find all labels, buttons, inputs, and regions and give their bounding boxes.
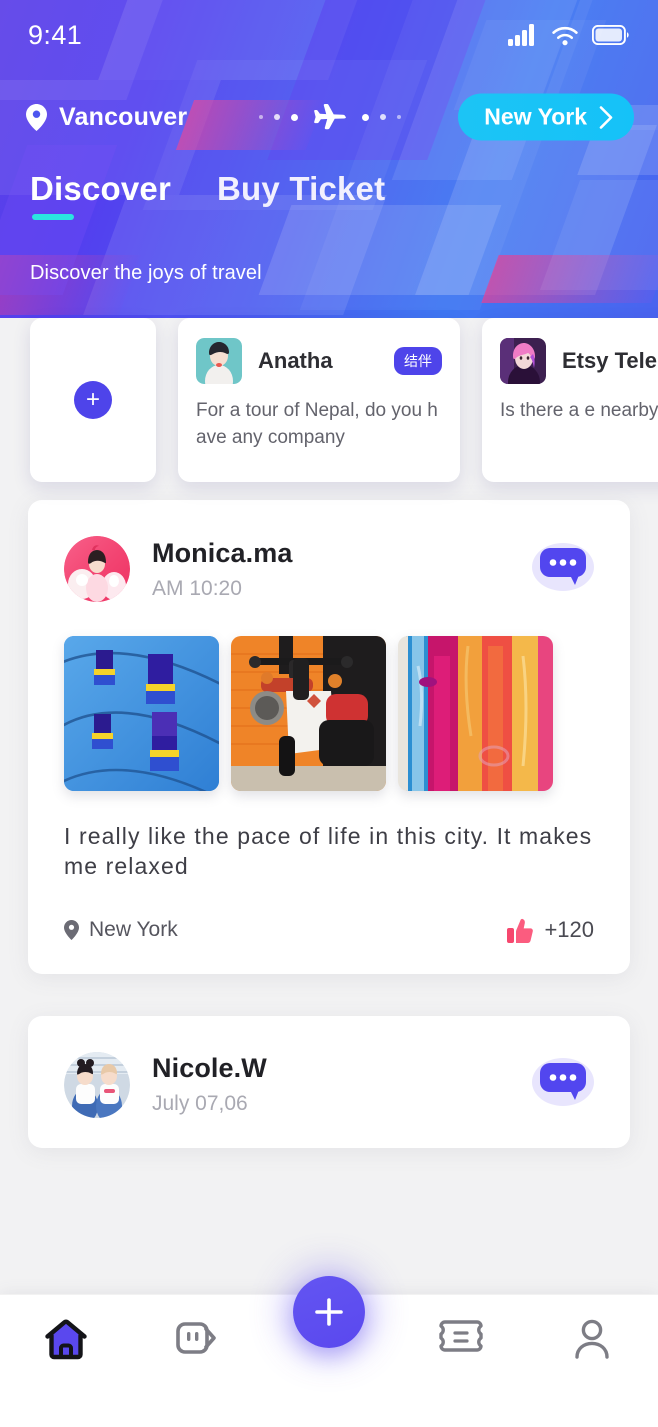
airplane-icon xyxy=(314,104,347,130)
anatha-avatar xyxy=(196,338,242,384)
plus-icon[interactable]: + xyxy=(74,381,112,419)
tab-buy-ticket-label: Buy Ticket xyxy=(217,170,386,207)
plus-icon xyxy=(315,1298,343,1326)
route-dots xyxy=(259,102,402,132)
nav-item-home[interactable] xyxy=(0,1294,132,1362)
location-pin-icon xyxy=(64,919,79,940)
tab-buy-ticket[interactable]: Buy Ticket xyxy=(217,170,385,222)
tab-discover-label: Discover xyxy=(30,170,172,207)
story-card-header: Etsy Tele xyxy=(500,338,658,384)
nav-item-messages[interactable] xyxy=(132,1294,264,1360)
story-card-header: Anatha 结伴 xyxy=(196,338,442,384)
ticket-icon xyxy=(438,1320,483,1352)
feed-post[interactable]: Nicole.W July 07,06 xyxy=(28,1015,630,1148)
abstract-paint-photo[interactable] xyxy=(398,636,553,791)
tab-discover[interactable]: Discover xyxy=(30,170,171,222)
feed-list: Monica.ma AM 10:20 I really like the pac… xyxy=(0,500,658,1190)
header-tabs: Discover Buy Ticket xyxy=(30,170,385,222)
story-card-name: Anatha xyxy=(258,348,333,373)
post-likes-count: +120 xyxy=(544,916,594,942)
wifi-icon xyxy=(552,26,578,45)
home-icon xyxy=(45,1319,87,1360)
post-header: Nicole.W July 07,06 xyxy=(64,1051,594,1118)
post-author: Monica.ma xyxy=(152,537,293,568)
post-likes[interactable]: +120 xyxy=(506,916,594,944)
post-location[interactable]: New York xyxy=(64,918,178,942)
origin-city[interactable]: Vancouver xyxy=(26,103,187,132)
status-time: 9:41 xyxy=(28,19,83,50)
location-pin-icon xyxy=(26,103,47,131)
story-cards-row[interactable]: + Anatha 结伴 For a tour of Nepal, do you … xyxy=(0,318,658,486)
destination-city-button[interactable]: New York xyxy=(458,93,634,141)
header-subtitle: Discover the joys of travel xyxy=(30,262,262,284)
comment-bubble-icon[interactable] xyxy=(532,542,594,597)
monica-avatar xyxy=(64,536,130,602)
post-meta: Monica.ma AM 10:20 xyxy=(152,538,532,601)
chevron-right-icon xyxy=(599,105,613,129)
status-bar: 9:41 xyxy=(0,0,658,70)
post-footer: New York +120 xyxy=(64,916,594,944)
add-fab-button[interactable] xyxy=(292,1276,365,1348)
cellular-signal-icon xyxy=(508,24,534,46)
post-timestamp: July 07,06 xyxy=(152,1092,248,1116)
comment-bubble-icon[interactable] xyxy=(532,1057,594,1112)
destination-city-label: New York xyxy=(484,103,587,130)
story-card-message: Is there a e nearby xyxy=(500,400,658,421)
status-icons xyxy=(508,24,630,46)
origin-city-label: Vancouver xyxy=(59,102,188,131)
tab-active-underline xyxy=(32,214,74,220)
blue-building-windows-photo[interactable] xyxy=(64,636,219,791)
add-story-card[interactable]: + xyxy=(30,318,156,482)
post-meta: Nicole.W July 07,06 xyxy=(152,1053,532,1116)
nav-item-profile[interactable] xyxy=(526,1294,658,1362)
story-card-anatha[interactable]: Anatha 结伴 For a tour of Nepal, do you ha… xyxy=(178,318,460,482)
person-icon xyxy=(575,1319,609,1359)
feed-post[interactable]: Monica.ma AM 10:20 I really like the pac… xyxy=(28,500,630,974)
header-banner: 9:41 Vancouver New York Discover Buy Tic… xyxy=(0,0,658,318)
bottom-navigation xyxy=(0,1276,658,1427)
battery-icon xyxy=(592,25,629,45)
orange-scooter-photo[interactable] xyxy=(231,636,386,791)
post-text: I really like the pace of life in this c… xyxy=(64,823,593,880)
story-card-badge: 结伴 xyxy=(394,347,442,375)
route-selector: Vancouver New York xyxy=(0,92,658,142)
nicole-avatar xyxy=(64,1051,130,1118)
story-card-message: For a tour of Nepal, do you have any com… xyxy=(196,400,438,448)
post-photos xyxy=(64,636,594,791)
story-card-etsy-tele[interactable]: Etsy Tele Is there a e nearby xyxy=(482,318,658,482)
nav-item-tickets[interactable] xyxy=(395,1294,527,1358)
post-timestamp: AM 10:20 xyxy=(152,576,242,600)
thumbs-up-icon xyxy=(507,918,534,943)
etsy-tele-avatar xyxy=(500,338,546,384)
post-author: Nicole.W xyxy=(152,1053,267,1084)
message-tag-icon xyxy=(176,1322,217,1354)
story-card-name: Etsy Tele xyxy=(562,348,657,373)
post-header: Monica.ma AM 10:20 xyxy=(64,536,594,602)
post-location-label: New York xyxy=(89,917,178,941)
app-screen: 9:41 Vancouver New York Discover Buy Tic… xyxy=(0,0,658,1427)
